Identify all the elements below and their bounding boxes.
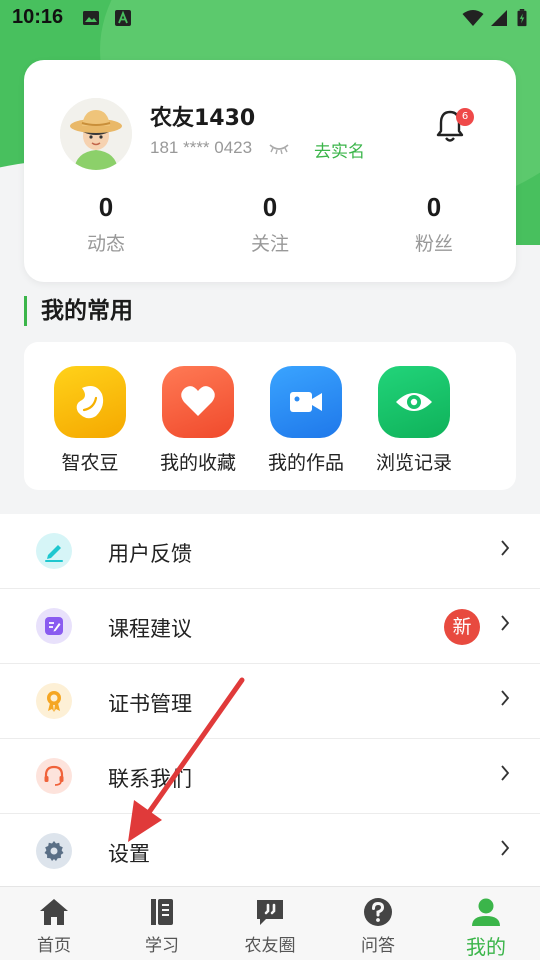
stat-fans-value: 0 [426, 192, 442, 222]
quote-bubble-icon [257, 900, 283, 925]
stat-posts-label: 动态 [86, 233, 125, 255]
quick-item-label: 我的收藏 [159, 452, 236, 474]
nav-label: 农友圈 [244, 936, 296, 956]
stat-following-value: 0 [262, 192, 278, 222]
pencil-icon [36, 533, 72, 569]
nav-home[interactable]: 首页 [0, 887, 108, 960]
section-title: 我的常用 [24, 296, 133, 326]
eye-icon [378, 366, 450, 438]
edit-note-icon [36, 608, 72, 644]
gear-icon [36, 833, 72, 869]
nav-label: 学习 [145, 936, 179, 956]
cellular-signal-icon [491, 10, 507, 26]
battery-icon [517, 9, 527, 27]
menu-item-course-suggestion[interactable]: 课程建议 新 [0, 589, 540, 664]
headset-icon [36, 758, 72, 794]
profile-card: 农友1430 181 **** 0423 去实名 6 0 动态 0 关注 0 粉… [24, 60, 516, 282]
menu-item-feedback[interactable]: 用户反馈 [0, 514, 540, 589]
quick-item-label: 浏览记录 [375, 452, 452, 474]
chevron-right-icon [501, 540, 510, 556]
stat-fans[interactable]: 0 粉丝 [374, 192, 494, 256]
image-notification-icon [83, 11, 99, 25]
menu-item-contact-us[interactable]: 联系我们 [0, 739, 540, 814]
stat-following[interactable]: 0 关注 [210, 192, 330, 256]
stat-posts[interactable]: 0 动态 [46, 192, 166, 256]
menu-list: 用户反馈 课程建议 新 证书管理 联系我们 设置 [0, 514, 540, 889]
username: 农友1430 [150, 106, 256, 131]
nav-label: 首页 [37, 936, 71, 956]
award-icon [36, 683, 72, 719]
stat-fans-label: 粉丝 [414, 233, 453, 255]
menu-item-label: 联系我们 [108, 767, 192, 791]
status-time: 10:16 [12, 6, 64, 28]
home-icon [40, 899, 68, 925]
nav-qa[interactable]: 问答 [324, 887, 432, 960]
quick-item-works[interactable]: 我的作品 [252, 366, 360, 475]
bottom-navigation: 首页 学习 农友圈 问答 我的 [0, 886, 540, 960]
favorites-grid: 智农豆 我的收藏 我的作品 浏览记录 [24, 342, 516, 490]
menu-item-label: 课程建议 [108, 617, 192, 641]
notification-badge: 6 [456, 108, 474, 126]
quick-item-history[interactable]: 浏览记录 [360, 366, 468, 475]
nav-label: 我的 [466, 935, 506, 959]
chevron-right-icon [501, 615, 510, 631]
bean-icon [54, 366, 126, 438]
nav-me[interactable]: 我的 [432, 887, 540, 960]
stat-posts-value: 0 [98, 192, 114, 222]
nav-study[interactable]: 学习 [108, 887, 216, 960]
menu-item-certificates[interactable]: 证书管理 [0, 664, 540, 739]
question-icon [364, 898, 392, 926]
menu-item-label: 证书管理 [108, 692, 192, 716]
eye-closed-icon[interactable] [268, 142, 290, 156]
quick-item-favorites[interactable]: 我的收藏 [144, 366, 252, 475]
quick-item-label: 我的作品 [267, 452, 344, 474]
avatar[interactable] [60, 98, 132, 170]
person-icon [472, 898, 500, 926]
heart-icon [162, 366, 234, 438]
menu-item-label: 设置 [108, 842, 150, 866]
new-badge: 新 [444, 609, 480, 645]
chevron-right-icon [501, 690, 510, 706]
farmer-avatar-icon [60, 98, 132, 170]
wifi-icon [462, 10, 484, 26]
quick-item-beans[interactable]: 智农豆 [36, 366, 144, 475]
book-icon [151, 899, 173, 925]
app-notification-icon [115, 10, 131, 26]
phone-number: 181 **** 0423 [150, 138, 253, 157]
nav-label: 问答 [361, 936, 395, 956]
chevron-right-icon [501, 840, 510, 856]
quick-item-label: 智农豆 [61, 452, 119, 474]
video-camera-icon [270, 366, 342, 438]
stat-following-label: 关注 [250, 233, 289, 255]
chevron-right-icon [501, 765, 510, 781]
status-bar: 10:16 [0, 0, 540, 36]
verify-identity-link[interactable]: 去实名 [314, 137, 365, 162]
menu-item-label: 用户反馈 [108, 542, 192, 566]
nav-community[interactable]: 农友圈 [216, 887, 324, 960]
menu-item-settings[interactable]: 设置 [0, 814, 540, 889]
